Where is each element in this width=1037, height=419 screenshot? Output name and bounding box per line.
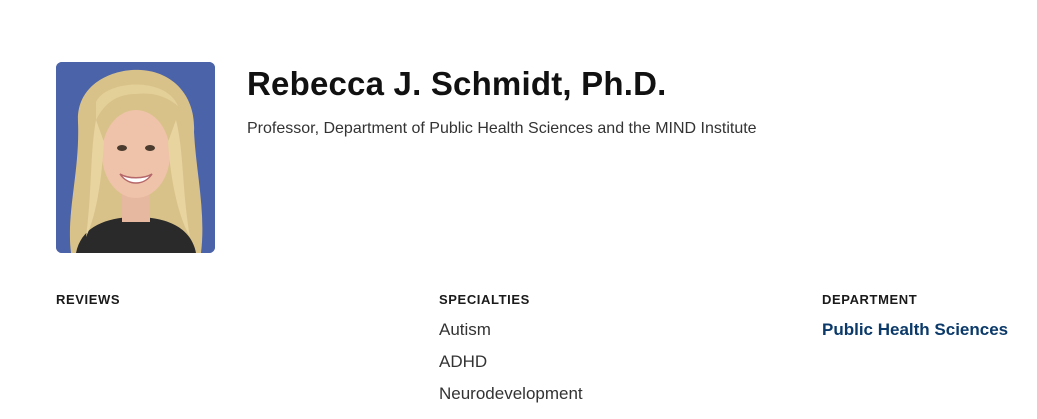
profile-name: Rebecca J. Schmidt, Ph.D. <box>247 65 667 102</box>
specialties-list: Autism ADHD Neurodevelopment <box>439 320 583 404</box>
department-section: DEPARTMENT Public Health Sciences <box>822 292 1008 340</box>
reviews-section: REVIEWS <box>56 292 120 320</box>
department-heading: DEPARTMENT <box>822 292 918 307</box>
specialty-item: Autism <box>439 320 491 339</box>
profile-title: Professor, Department of Public Health S… <box>247 120 757 137</box>
reviews-heading: REVIEWS <box>56 292 121 307</box>
profile-photo <box>56 62 215 253</box>
specialty-item: ADHD <box>439 352 488 371</box>
portrait-image <box>56 62 215 253</box>
specialty-item: Neurodevelopment <box>439 384 583 403</box>
specialties-heading: SPECIALTIES <box>439 292 530 307</box>
specialties-section: SPECIALTIES Autism ADHD Neurodevelopment <box>439 292 583 416</box>
department-link[interactable]: Public Health Sciences <box>822 320 1008 339</box>
